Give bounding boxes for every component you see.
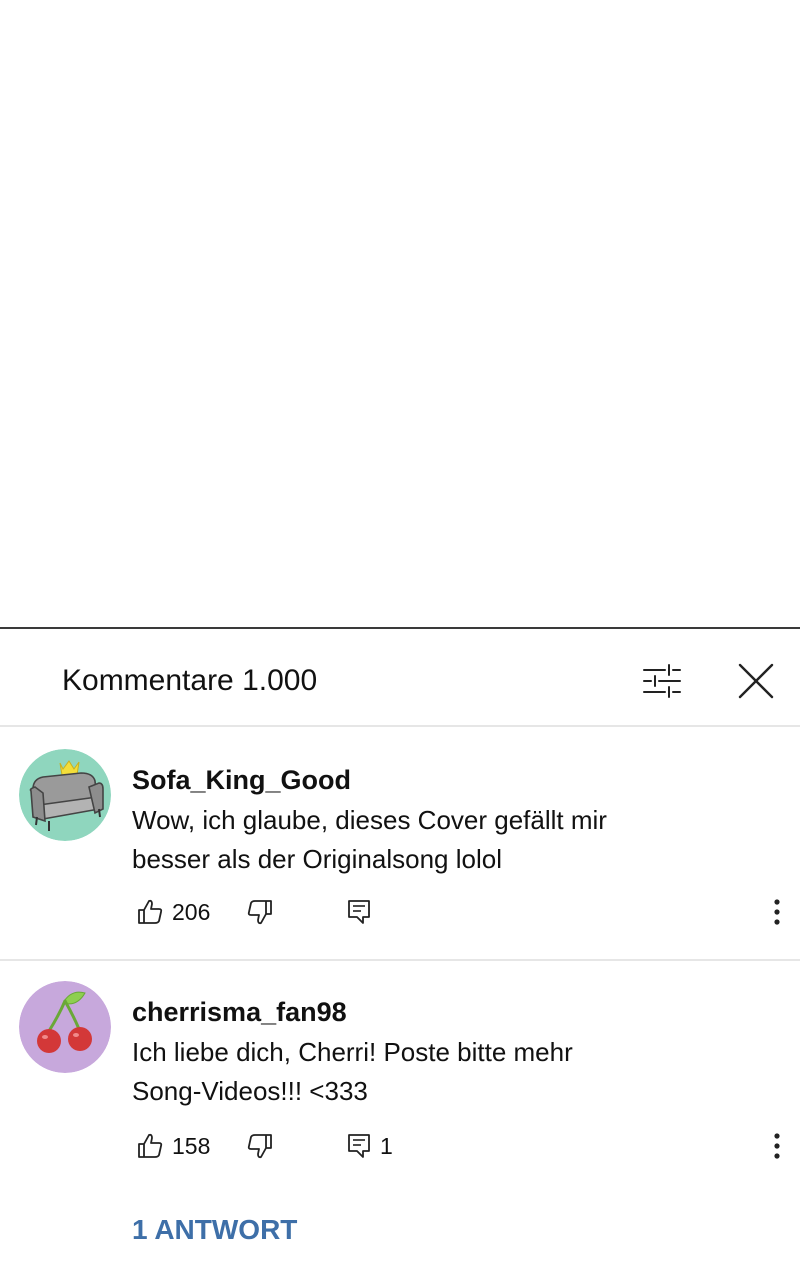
reply-button[interactable]: 1	[346, 1126, 393, 1166]
comment-item: cherrisma_fan98 Ich liebe dich, Cherri! …	[0, 961, 800, 1282]
comments-header: Kommentare 1.000	[0, 629, 800, 727]
like-button[interactable]: 206	[136, 892, 210, 932]
comment-actions: 206	[132, 892, 782, 932]
comments-title: Kommentare 1.000	[62, 664, 318, 697]
video-area	[0, 0, 800, 628]
reply-count: 1	[380, 1133, 393, 1159]
more-vertical-icon	[774, 899, 780, 925]
comment-icon	[348, 900, 370, 924]
dislike-button[interactable]	[246, 1126, 274, 1166]
reply-button[interactable]	[346, 892, 372, 932]
cherries-icon	[19, 981, 111, 1073]
thumbs-down-icon	[247, 900, 272, 925]
sliders-icon	[643, 664, 681, 698]
comment-author[interactable]: Sofa_King_Good	[132, 763, 351, 797]
avatar[interactable]	[19, 749, 111, 841]
comment-item: Sofa_King_Good Wow, ich glaube, dieses C…	[0, 729, 800, 961]
comment-actions: 158 1	[132, 1126, 782, 1166]
comments-panel: Kommentare 1.000 Sofa_King_Good Wow, ich…	[0, 627, 800, 1282]
comment-text: Ich liebe dich, Cherri! Poste bitte mehr…	[132, 1037, 573, 1106]
close-icon	[738, 663, 774, 699]
more-options-button[interactable]	[762, 1126, 792, 1166]
sort-filter-button[interactable]	[638, 657, 686, 705]
view-replies-link[interactable]: 1 ANTWORT	[132, 1212, 297, 1248]
close-button[interactable]	[732, 657, 780, 705]
more-vertical-icon	[774, 1133, 780, 1159]
comment-author[interactable]: cherrisma_fan98	[132, 995, 347, 1029]
like-count: 158	[172, 1133, 211, 1159]
thumbs-down-icon	[247, 1134, 272, 1159]
armchair-with-crown-icon	[19, 749, 111, 841]
more-options-button[interactable]	[762, 892, 792, 932]
like-button[interactable]: 158	[136, 1126, 210, 1166]
thumbs-up-icon	[138, 1133, 163, 1158]
thumbs-up-icon	[138, 899, 163, 924]
comment-text: Wow, ich glaube, dieses Cover gefällt mi…	[132, 805, 607, 874]
comment-icon	[348, 1134, 370, 1158]
like-count: 206	[172, 899, 211, 925]
dislike-button[interactable]	[246, 892, 274, 932]
avatar[interactable]	[19, 981, 111, 1073]
